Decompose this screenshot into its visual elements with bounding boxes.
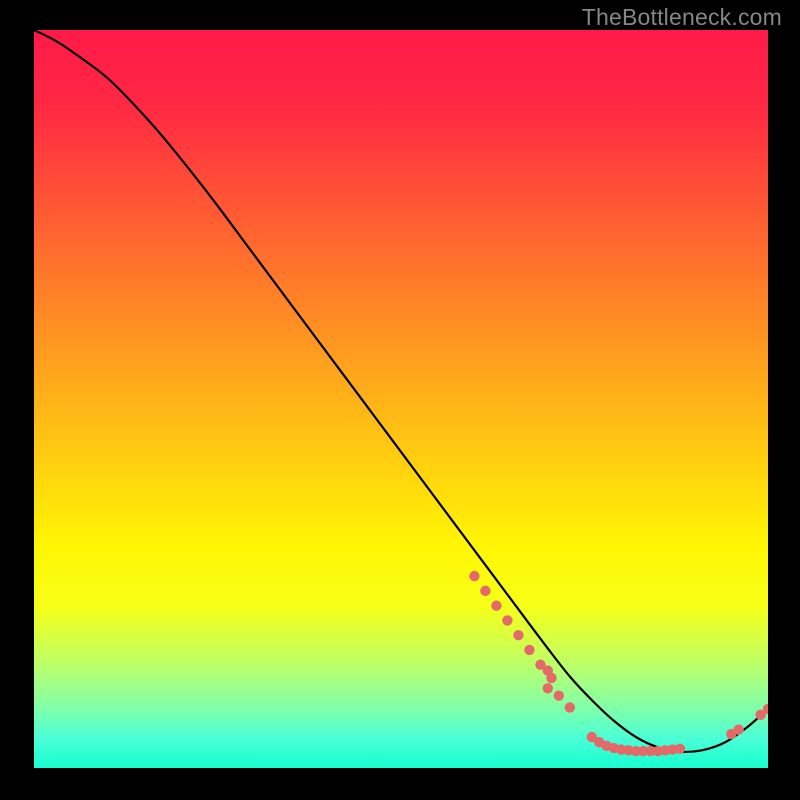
- chart-frame: TheBottleneck.com: [0, 0, 800, 800]
- data-point: [565, 702, 575, 712]
- data-point: [524, 645, 534, 655]
- watermark-text: TheBottleneck.com: [582, 4, 782, 31]
- data-point: [733, 724, 743, 734]
- data-point: [675, 744, 685, 754]
- data-point: [502, 615, 512, 625]
- data-point: [491, 600, 501, 610]
- chart-svg: [34, 30, 768, 768]
- data-point: [480, 586, 490, 596]
- data-point: [513, 630, 523, 640]
- chart-plot: [34, 30, 768, 768]
- data-point: [543, 665, 553, 675]
- data-point: [554, 690, 564, 700]
- data-point: [469, 571, 479, 581]
- gradient-background: [34, 30, 768, 768]
- data-point: [543, 683, 553, 693]
